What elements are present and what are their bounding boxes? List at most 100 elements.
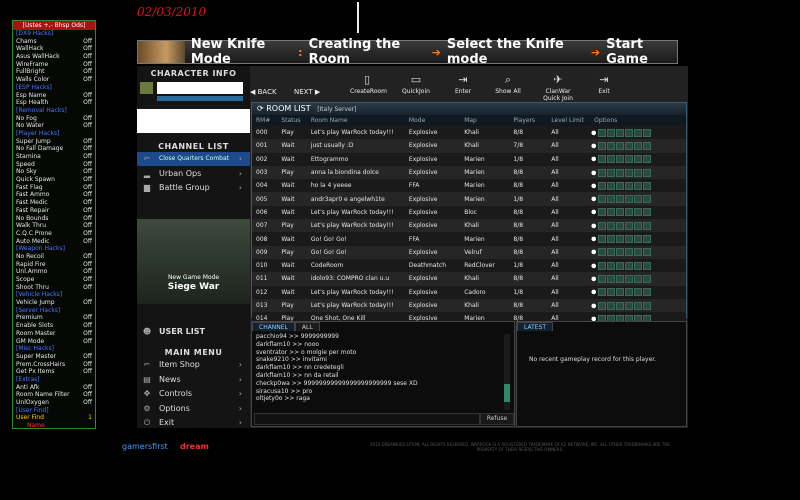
cheat-row[interactable]: User Find 1 <box>13 414 95 422</box>
table-row[interactable]: 005 Wait andr3apr0 e angelwh1te Explosive Ma… <box>252 192 686 206</box>
cheat-row[interactable]: [Removal Hacks] <box>13 107 95 115</box>
tab-latest[interactable]: LATEST <box>517 322 554 331</box>
cheat-row[interactable]: Super Master Off <box>13 353 95 361</box>
cheat-row[interactable]: Unl.Ammo Off <box>13 268 95 276</box>
back-button[interactable]: ◀ BACK <box>250 88 277 96</box>
cheat-row[interactable]: [Server Hacks] <box>13 307 95 315</box>
cheat-row[interactable]: Asus WallHack Off <box>13 53 95 61</box>
cheat-row[interactable]: Get Px Items Off <box>13 368 95 376</box>
cheat-row[interactable]: [Vehicle Hacks] <box>13 291 95 299</box>
menu-controls[interactable]: ✥ Controls › <box>137 387 250 401</box>
cheat-row[interactable]: [Extras] <box>13 376 95 384</box>
cheat-row[interactable]: FullBright Off <box>13 68 95 76</box>
cheat-row[interactable]: Esp Name Off <box>13 92 95 100</box>
cheat-row[interactable]: Premium Off <box>13 314 95 322</box>
column-header[interactable]: Room Name <box>307 115 405 126</box>
cheat-row[interactable]: [ESP Hacks] <box>13 84 95 92</box>
cheat-row[interactable]: Chams Off <box>13 38 95 46</box>
column-header[interactable]: Level Limit <box>547 115 590 126</box>
column-header[interactable]: Status <box>277 115 306 126</box>
column-header[interactable]: Mode <box>405 115 460 126</box>
cheat-row[interactable]: Stamina Off <box>13 153 95 161</box>
cheat-row[interactable]: C.Q.C Prone Off <box>13 230 95 238</box>
column-header[interactable]: Players <box>509 115 547 126</box>
menu-news[interactable]: ▤ News › <box>137 373 250 387</box>
create-room-button[interactable]: ▯ CreateRoom <box>350 74 387 95</box>
cheat-row[interactable]: Fast Ammo Off <box>13 191 95 199</box>
rank-icon <box>140 82 153 94</box>
cheat-row[interactable]: Prem.CrossHairs Off <box>13 361 95 369</box>
table-row[interactable]: 000 Play Let's play WarRock today!!! Explos… <box>252 126 686 140</box>
cheat-row[interactable]: Scope Off <box>13 276 95 284</box>
cheat-row[interactable]: Rapid Fire Off <box>13 261 95 269</box>
user-list-button[interactable]: ☻ USER LIST <box>137 325 250 339</box>
table-row[interactable]: 007 Play Let's play WarRock today!!! Explos… <box>252 219 686 233</box>
table-row[interactable]: 002 Wait Ettogrammo Explosive Marien 1/8 All ● <box>252 152 686 166</box>
cheat-row[interactable]: Name <box>13 422 95 428</box>
channel-urban-ops[interactable]: ▂ Urban Ops › <box>137 167 250 181</box>
tab-all[interactable]: ALL <box>294 322 320 331</box>
cheat-row[interactable]: [User Find] <box>13 407 95 415</box>
enter-button[interactable]: ⇥ Enter <box>450 74 476 95</box>
channel-cqc[interactable]: ⌐ Close Quarters Combat › <box>137 152 250 166</box>
table-row[interactable]: 009 Play Go! Go! Go! Explosive Velruf 8/8 All ● <box>252 245 686 259</box>
table-row[interactable]: 003 Play anna la biondina dolce Explosive Ma… <box>252 165 686 180</box>
cheat-row[interactable]: No Bounds Off <box>13 215 95 223</box>
menu-exit[interactable]: ⏻ Exit › <box>137 416 250 430</box>
table-row[interactable]: 001 Wait just usually :D Explosive Khali 7/8 A… <box>252 139 686 153</box>
cheat-row[interactable]: Fast Repair Off <box>13 207 95 215</box>
refresh-icon[interactable]: ⟳ <box>257 104 264 113</box>
cheat-row[interactable]: [DX9 Hacks] <box>13 30 95 38</box>
cheat-row[interactable]: Shoot Thru Off <box>13 284 95 292</box>
column-header[interactable]: Map <box>460 115 509 126</box>
channel-battle-group[interactable]: ▆ Battle Group › <box>137 181 250 195</box>
siege-war-promo[interactable]: New Game Mode Siege War <box>137 219 250 304</box>
cheat-row[interactable]: Room Name Filter Off <box>13 391 95 399</box>
refuse-button[interactable]: Refuse <box>480 413 514 425</box>
cheat-row[interactable]: Room Master Off <box>13 330 95 338</box>
cheat-row[interactable]: [Weapon Hacks] <box>13 245 95 253</box>
next-button[interactable]: NEXT ▶ <box>294 88 320 96</box>
cheat-row[interactable]: Fast Medic Off <box>13 199 95 207</box>
chat-scrollbar[interactable] <box>504 334 510 410</box>
cheat-row[interactable]: Auto Medic Off <box>13 238 95 246</box>
cheat-row[interactable]: No Sky Off <box>13 168 95 176</box>
cheat-row[interactable]: UnlOxygen Off <box>13 399 95 407</box>
quick-join-button[interactable]: ▭ QuickJoin <box>400 74 432 95</box>
cheat-row[interactable]: Walls Color Off <box>13 76 95 84</box>
cheat-row[interactable]: WallHack Off <box>13 45 95 53</box>
cheat-row[interactable]: No Recoil Off <box>13 253 95 261</box>
cheat-row[interactable]: No Fog Off <box>13 115 95 123</box>
chat-input[interactable] <box>254 413 480 425</box>
cheat-row[interactable]: WireFrame Off <box>13 61 95 69</box>
cheat-row[interactable]: [Misc Hacks] <box>13 345 95 353</box>
menu-item-shop[interactable]: ⌐ Item Shop › <box>137 358 250 372</box>
table-row[interactable]: 013 Play Let's play WarRock today!!! Explos… <box>252 298 686 313</box>
table-row[interactable]: 006 Wait Let's play WarRock today!!! Explos… <box>252 205 686 220</box>
cheat-row[interactable]: Walk Thru Off <box>13 222 95 230</box>
table-row[interactable]: 011 Wait idolo93: COMPRO clan u.u Explosive… <box>252 272 686 286</box>
cheat-row[interactable]: No Fall Damage Off <box>13 145 95 153</box>
cheat-row[interactable]: Speed Off <box>13 161 95 169</box>
cheat-row[interactable]: Quick Spawn Off <box>13 176 95 184</box>
table-row[interactable]: 008 Wait Go! Go! Go! FFA Marien 8/8 All ● <box>252 232 686 246</box>
table-row[interactable]: 012 Wait Let's play WarRock today!!! Explos… <box>252 285 686 299</box>
cheat-row[interactable]: Super Jump Off <box>13 138 95 146</box>
cheat-row[interactable]: GM Mode Off <box>13 338 95 346</box>
table-row[interactable]: 004 Wait ho la 4 yeeee FFA Marien 8/8 All ● <box>252 179 686 193</box>
exit-button[interactable]: ⇥ Exit <box>594 74 614 95</box>
cheat-row[interactable]: Fast Flag Off <box>13 184 95 192</box>
menu-options[interactable]: ⚙ Options › <box>137 402 250 416</box>
cheat-row[interactable]: Vehicle Jump Off <box>13 299 95 307</box>
column-header[interactable]: Options <box>590 115 686 126</box>
cheat-row[interactable]: No Water Off <box>13 122 95 130</box>
cheat-row[interactable]: Enable Slots Off <box>13 322 95 330</box>
column-header[interactable]: RM# <box>252 115 277 126</box>
tab-channel[interactable]: CHANNEL <box>252 322 295 331</box>
cheat-row[interactable]: Anti Afk Off <box>13 384 95 392</box>
show-all-button[interactable]: ⌕ Show All <box>494 74 522 95</box>
cheat-row[interactable]: [Player Hacks] <box>13 130 95 138</box>
clanwar-quick-join-button[interactable]: ✈ ClanWar Quick Join <box>540 74 576 102</box>
table-row[interactable]: 010 Wait CodeRoom Deathmatch RedClover 1/8 All… <box>252 258 686 273</box>
cheat-row[interactable]: Esp Health Off <box>13 99 95 107</box>
